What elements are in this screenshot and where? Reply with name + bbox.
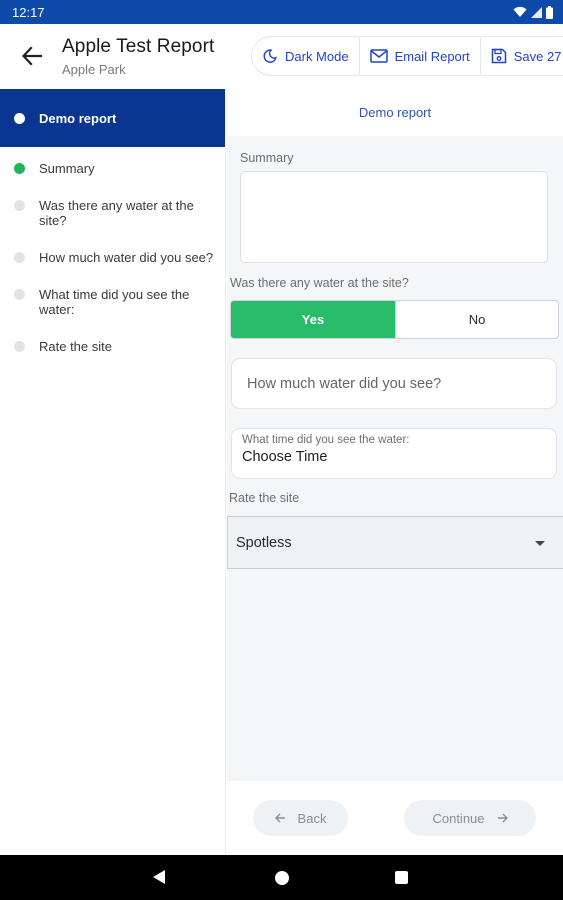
sidebar-item-water-time[interactable]: What time did you see the water:: [0, 287, 225, 317]
continue-button[interactable]: Continue: [404, 800, 536, 836]
water-toggle: Yes No: [230, 300, 559, 339]
status-icons: [513, 5, 553, 19]
nav-home-icon[interactable]: [275, 871, 289, 885]
status-bar: 12:17: [0, 0, 563, 24]
water-amount-input[interactable]: How much water did you see?: [231, 358, 557, 409]
sidebar-item-rate-site[interactable]: Rate the site: [0, 339, 225, 354]
sidebar-item-water-amount[interactable]: How much water did you see?: [0, 250, 225, 265]
time-field-label: What time did you see the water:: [242, 434, 410, 446]
page-subtitle: Apple Park: [62, 62, 126, 77]
time-picker-field[interactable]: What time did you see the water: Choose …: [231, 428, 557, 479]
complete-dot-icon: [14, 163, 25, 174]
moon-icon: [263, 49, 277, 63]
mail-icon: [369, 49, 388, 63]
pending-dot-icon: [14, 341, 25, 352]
continue-button-label: Continue: [432, 810, 485, 826]
email-report-label: Email Report: [394, 48, 470, 64]
status-time: 12:17: [12, 4, 45, 20]
sidebar-item-label: Demo report: [39, 110, 117, 126]
pending-dot-icon: [14, 252, 25, 263]
water-question-label: Was there any water at the site?: [230, 276, 409, 290]
sidebar-item-label: How much water did you see?: [39, 250, 214, 265]
save-label: Save 27: [513, 48, 562, 64]
summary-textarea[interactable]: [240, 171, 548, 263]
header-actions: Dark Mode Email Report Save 27: [251, 36, 563, 76]
arrow-left-icon: [274, 813, 285, 823]
page-title: Apple Test Report: [62, 36, 215, 57]
rating-dropdown[interactable]: Spotless: [227, 516, 563, 569]
sidebar-item-label: Rate the site: [39, 339, 112, 354]
rating-label: Rate the site: [229, 491, 300, 505]
pending-dot-icon: [14, 200, 25, 211]
sidebar-item-label: What time did you see the water:: [39, 287, 190, 317]
email-report-button[interactable]: Email Report: [360, 37, 481, 75]
main-content: Demo report Summary Was there any water …: [227, 89, 563, 855]
app-header: Apple Test Report Apple Park Dark Mode E…: [0, 24, 563, 89]
back-button[interactable]: Back: [253, 800, 348, 836]
dark-mode-label: Dark Mode: [285, 48, 349, 64]
rating-value: Spotless: [236, 534, 292, 551]
time-field-value: Choose Time: [242, 449, 328, 465]
battery-icon: [546, 5, 553, 19]
section-title: Demo report: [227, 89, 563, 136]
back-arrow-icon[interactable]: [18, 42, 46, 70]
active-dot-icon: [14, 112, 25, 124]
sidebar-nav-list: Summary Was there any water at the site?…: [0, 147, 225, 354]
signal-icon: [531, 7, 542, 18]
sidebar-item-summary[interactable]: Summary: [0, 161, 225, 176]
sidebar-item-water-at-site[interactable]: Was there any water at the site?: [0, 198, 225, 228]
pending-dot-icon: [14, 289, 25, 300]
nav-back-icon[interactable]: [153, 870, 165, 884]
save-icon: [491, 48, 506, 64]
sidebar-item-label: Was there any water at the site?: [39, 198, 194, 228]
sidebar: Demo report Summary Was there any water …: [0, 89, 226, 855]
sidebar-item-demo-report[interactable]: Demo report: [0, 89, 225, 147]
save-button[interactable]: Save 27: [481, 37, 563, 75]
back-button-label: Back: [297, 810, 327, 826]
system-nav-bar: [0, 855, 563, 900]
summary-label: Summary: [240, 151, 294, 165]
form-footer: Back Continue: [227, 781, 563, 855]
sidebar-item-label: Summary: [39, 161, 95, 176]
yes-option[interactable]: Yes: [231, 301, 395, 338]
wifi-icon: [513, 6, 527, 17]
no-option[interactable]: No: [395, 301, 558, 338]
nav-recents-icon[interactable]: [395, 871, 408, 884]
dropdown-arrow-icon: [535, 541, 545, 546]
arrow-right-icon: [497, 813, 508, 823]
dark-mode-button[interactable]: Dark Mode: [252, 37, 360, 75]
